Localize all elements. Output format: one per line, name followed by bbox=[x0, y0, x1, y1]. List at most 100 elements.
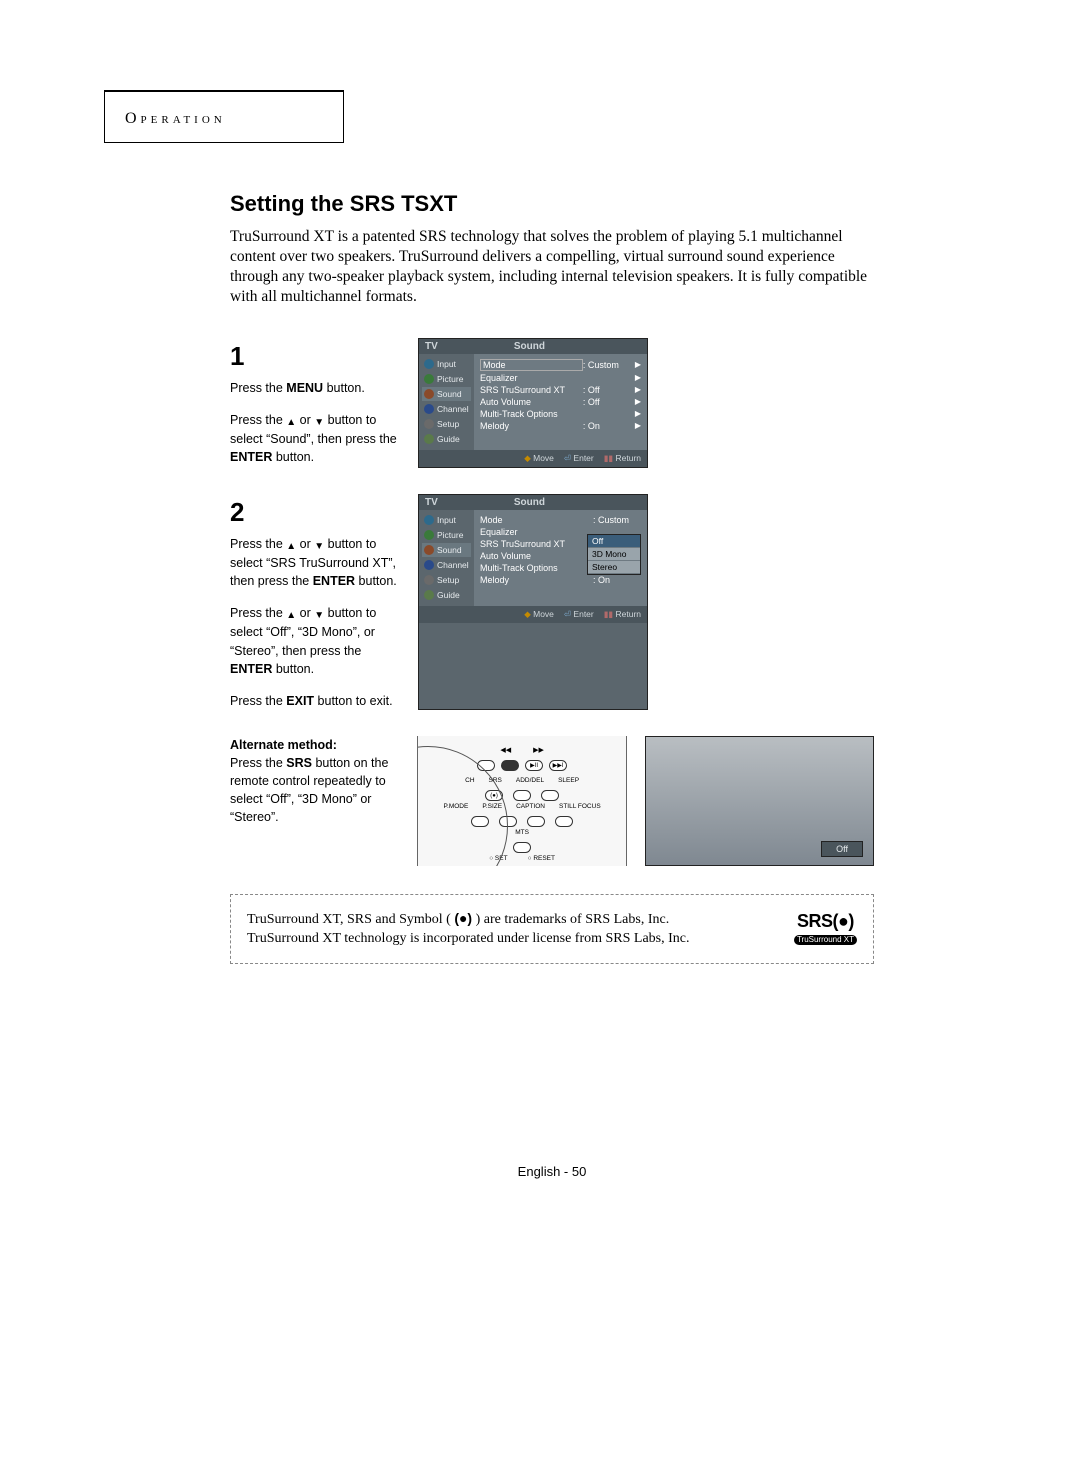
chevron-right-icon: ▶ bbox=[635, 409, 641, 418]
step1-p2-b: button. bbox=[272, 450, 314, 464]
play-pause-button: ▶II bbox=[525, 760, 543, 771]
trademark-note: TruSurround XT, SRS and Symbol ( (●) ) a… bbox=[230, 894, 874, 964]
forward-button: ▶▶I bbox=[549, 760, 567, 771]
alternate-method-row: Alternate method: Press the SRS button o… bbox=[230, 736, 874, 866]
remote-mts-label: MTS bbox=[515, 829, 529, 836]
osd-melody-label: Melody bbox=[480, 421, 583, 431]
sidebar-label-input: Input bbox=[437, 515, 456, 525]
step2-p1-b: button. bbox=[355, 574, 397, 588]
sidebar-label-input: Input bbox=[437, 359, 456, 369]
step2-p1-a: Press the bbox=[230, 537, 286, 551]
sidebar-item-guide: Guide bbox=[422, 432, 471, 446]
osd-melody-val: : On bbox=[583, 421, 631, 431]
osd-srs-label: SRS TruSurround XT bbox=[480, 385, 583, 395]
osd-autovol-val: : Off bbox=[583, 397, 631, 407]
srs-logo-bottom: TruSurround XT bbox=[794, 935, 857, 945]
step1-p2-a: Press the bbox=[230, 413, 286, 427]
osd-title: Sound bbox=[514, 341, 545, 352]
osd-screenshot-2: TV Sound Input Picture Sound Channel Set… bbox=[418, 494, 648, 710]
intro-paragraph: TruSurround XT is a patented SRS technol… bbox=[230, 227, 870, 308]
tm-line1b: ) are trademarks of SRS Labs, Inc. bbox=[472, 912, 669, 927]
down-arrow-icon bbox=[314, 412, 324, 431]
sidebar-label-picture: Picture bbox=[437, 374, 463, 384]
move-label: Move bbox=[533, 453, 554, 463]
trademark-text: TruSurround XT, SRS and Symbol ( (●) ) a… bbox=[247, 909, 690, 949]
sidebar-label-guide: Guide bbox=[437, 590, 460, 600]
step-2: 2 Press the or button to select “SRS Tru… bbox=[230, 494, 874, 710]
remote-control-illustration: ◀◀ ▶▶ ▶II ▶▶I CH SRS ADD/DEL SLEEP bbox=[417, 736, 626, 866]
step2-enter1-bold: ENTER bbox=[313, 574, 355, 588]
osd-footer-enter: ⏎ Enter bbox=[564, 453, 594, 464]
channel-icon bbox=[424, 404, 434, 414]
step-1: 1 Press the MENU button. Press the or bu… bbox=[230, 338, 874, 468]
sidebar-label-guide: Guide bbox=[437, 434, 460, 444]
return-label: Return bbox=[615, 453, 641, 463]
chevron-right-icon: ▶ bbox=[635, 373, 641, 382]
stop-button bbox=[501, 760, 519, 771]
channel-icon bbox=[424, 560, 434, 570]
osd-screenshot-1: TV Sound Input Picture Sound Channel Set… bbox=[418, 338, 648, 468]
osd-footer-enter-2: ⏎ Enter bbox=[564, 609, 594, 620]
guide-icon bbox=[424, 434, 434, 444]
sidebar-item-input: Input bbox=[422, 513, 471, 527]
chevron-right-icon: ▶ bbox=[635, 385, 641, 394]
osd-tv-label: TV bbox=[425, 341, 438, 352]
step2-p2-b: button. bbox=[272, 662, 314, 676]
osd-melody-val: : On bbox=[593, 575, 641, 585]
osd-footer-move: ◆ Move bbox=[524, 453, 554, 464]
down-arrow-icon bbox=[314, 605, 324, 624]
input-icon bbox=[424, 359, 434, 369]
step1-or: or bbox=[296, 413, 314, 427]
osd-mode-label: Mode bbox=[480, 359, 583, 371]
step2-enter2-bold: ENTER bbox=[230, 662, 272, 676]
step1-enter-bold: ENTER bbox=[230, 450, 272, 464]
osd-option-off: Off bbox=[588, 535, 640, 548]
osd-mini-off-label: Off bbox=[821, 841, 863, 857]
picture-icon bbox=[424, 530, 434, 540]
step2-p3-a: Press the bbox=[230, 694, 286, 708]
osd-eq-label: Equalizer bbox=[480, 373, 583, 383]
step2-or1: or bbox=[296, 537, 314, 551]
step1-p1-a: Press the bbox=[230, 381, 286, 395]
up-arrow-icon bbox=[286, 605, 296, 624]
step2-p3-b: button to exit. bbox=[314, 694, 393, 708]
srs-logo-top: SRS(●) bbox=[794, 912, 857, 930]
srs-logo: SRS(●) TruSurround XT bbox=[794, 912, 857, 945]
osd-mode-label: Mode bbox=[480, 515, 593, 525]
sleep-button bbox=[541, 790, 559, 801]
chevron-right-icon: ▶ bbox=[635, 360, 641, 369]
sidebar-label-channel: Channel bbox=[437, 404, 469, 414]
move-label: Move bbox=[533, 609, 554, 619]
osd-sidebar: Input Picture Sound Channel Setup Guide bbox=[419, 354, 474, 450]
osd-srs-label: SRS TruSurround XT bbox=[480, 539, 593, 549]
osd-main-panel: Mode: Custom ▶ Equalizer ▶ SRS TruSurround… bbox=[474, 354, 647, 450]
step-1-text: 1 Press the MENU button. Press the or bu… bbox=[230, 338, 400, 468]
mts-button bbox=[513, 842, 531, 853]
sidebar-item-channel: Channel bbox=[422, 558, 471, 572]
sidebar-item-input: Input bbox=[422, 357, 471, 371]
osd-sidebar-2: Input Picture Sound Channel Setup Guide bbox=[419, 510, 474, 606]
enter-label: Enter bbox=[573, 453, 593, 463]
osd-option-stereo: Stereo bbox=[588, 561, 640, 574]
remote-adddel-label: ADD/DEL bbox=[516, 777, 544, 784]
sidebar-item-sound: Sound bbox=[422, 543, 471, 557]
osd-melody-label: Melody bbox=[480, 575, 593, 585]
tm-line1a: TruSurround XT, SRS and Symbol ( bbox=[247, 912, 454, 927]
up-arrow-icon bbox=[286, 536, 296, 555]
sidebar-item-guide: Guide bbox=[422, 588, 471, 602]
osd-mode-val: : Custom bbox=[583, 360, 631, 370]
up-arrow-icon bbox=[286, 412, 296, 431]
section-header-box: Operation bbox=[104, 90, 344, 143]
setup-icon bbox=[424, 575, 434, 585]
sidebar-label-picture: Picture bbox=[437, 530, 463, 540]
alternate-method-text: Alternate method: Press the SRS button o… bbox=[230, 736, 399, 827]
section-header: Operation bbox=[125, 110, 226, 127]
alt-srs-bold: SRS bbox=[286, 756, 312, 770]
guide-icon bbox=[424, 590, 434, 600]
remote-sleep-label: SLEEP bbox=[558, 777, 579, 784]
remote-reset-label: ○ RESET bbox=[528, 855, 555, 862]
page-footer: English - 50 bbox=[230, 1164, 874, 1179]
reset-text: RESET bbox=[533, 855, 555, 862]
remote-caption-label: CAPTION bbox=[516, 803, 545, 810]
osd-main-panel-2: Mode: Custom Equalizer SRS TruSurround X… bbox=[474, 510, 647, 606]
